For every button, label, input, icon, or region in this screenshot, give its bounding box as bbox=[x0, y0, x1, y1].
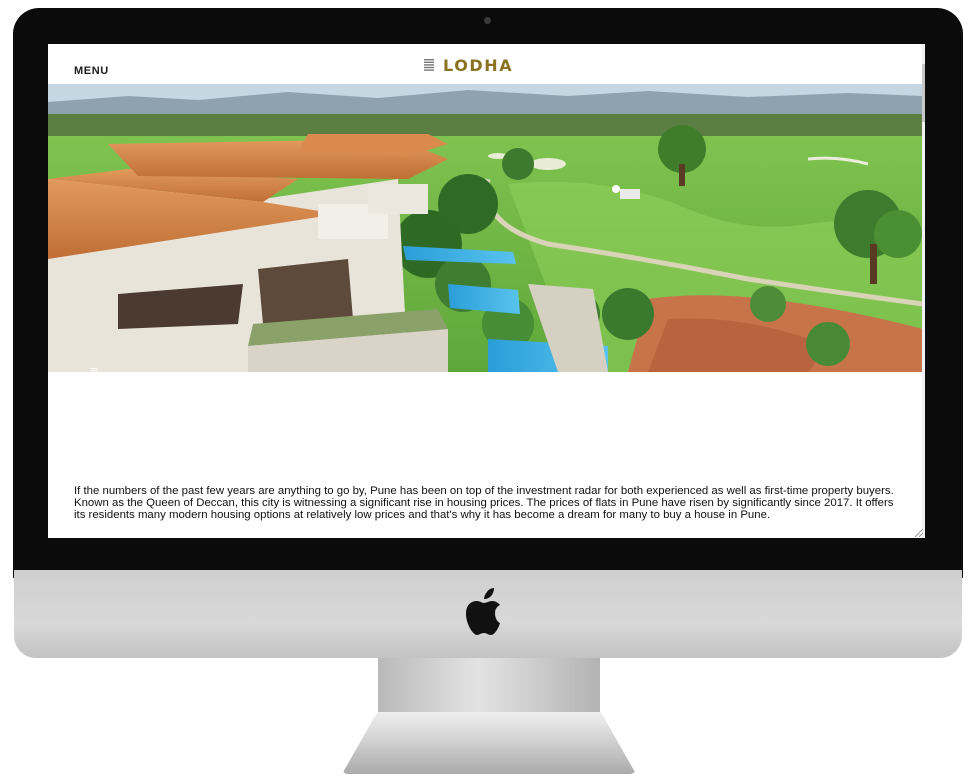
golf-resort-image bbox=[48, 84, 923, 372]
logo-stripes-icon bbox=[424, 59, 434, 71]
browser-screen: MENU LODHA If the numbers of the past fe… bbox=[48, 44, 925, 538]
site-header: MENU LODHA bbox=[48, 44, 925, 84]
hero-banner: Scroll bbox=[48, 84, 923, 372]
camera-icon bbox=[484, 17, 491, 24]
lodha-logo[interactable]: LODHA bbox=[424, 55, 514, 75]
apple-logo-icon bbox=[466, 588, 500, 635]
monitor-stand-neck bbox=[378, 658, 600, 716]
resize-grip-icon[interactable] bbox=[913, 527, 923, 537]
intro-paragraph: If the numbers of the past few years are… bbox=[74, 485, 894, 522]
scroll-label: Scroll bbox=[90, 358, 102, 373]
scrollbar[interactable] bbox=[922, 44, 925, 538]
scroll-indicator[interactable]: Scroll bbox=[90, 366, 102, 373]
menu-button[interactable]: MENU bbox=[74, 65, 109, 77]
monitor-stand-base bbox=[342, 712, 636, 774]
logo-text: LODHA bbox=[443, 55, 514, 75]
scrollbar-thumb[interactable] bbox=[922, 64, 925, 122]
